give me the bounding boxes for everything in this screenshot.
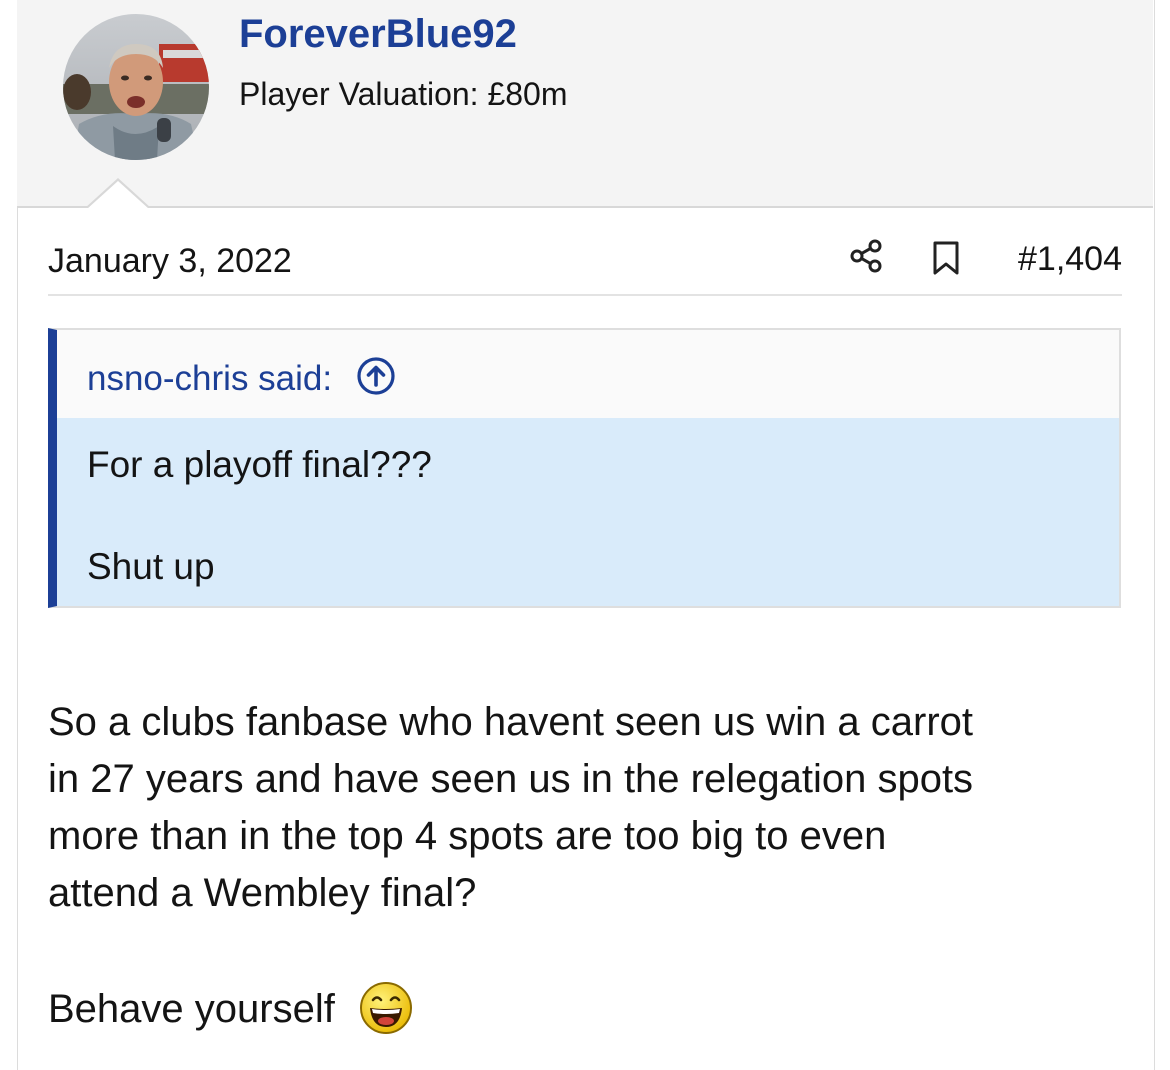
message-line: more than in the top 4 spots are too big… <box>48 814 887 858</box>
post-message: So a clubs fanbase who havent seen us wi… <box>48 694 1138 922</box>
laughing-smiley-icon <box>359 982 412 1034</box>
share-icon[interactable] <box>848 238 884 274</box>
avatar-photo <box>63 14 209 160</box>
message-line: attend a Wembley final? <box>48 871 477 915</box>
quote-author-label: nsno-chris said: <box>87 359 333 398</box>
quote-author-link[interactable]: nsno-chris said: <box>87 356 396 399</box>
post-closing-line: Behave yourself <box>48 980 414 1036</box>
message-line: in 27 years and have seen us in the rele… <box>48 757 974 801</box>
post-number-link[interactable]: #1,404 <box>1018 240 1122 279</box>
post-author-username[interactable]: ForeverBlue92 <box>239 12 517 57</box>
closing-text: Behave yourself <box>48 987 335 1031</box>
quote-header: nsno-chris said: <box>57 330 1119 418</box>
post-date[interactable]: January 3, 2022 <box>48 242 292 281</box>
bookmark-icon[interactable] <box>930 240 962 276</box>
post-meta-row: January 3, 2022 #1,404 <box>48 226 1122 296</box>
message-line: So a clubs fanbase who havent seen us wi… <box>48 700 973 744</box>
quote-body: For a playoff final??? Shut up <box>57 418 1119 606</box>
post-user-header: ForeverBlue92 Player Valuation: £80m <box>17 0 1153 208</box>
avatar[interactable] <box>63 14 209 160</box>
quote-line: For a playoff final??? <box>87 444 432 485</box>
user-header-pointer-fill <box>87 181 149 209</box>
quote-block: nsno-chris said: For a playoff final??? … <box>48 328 1121 608</box>
post-author-title: Player Valuation: £80m <box>239 76 568 112</box>
quote-line: Shut up <box>87 546 215 587</box>
arrow-up-circle-icon[interactable] <box>356 356 396 396</box>
